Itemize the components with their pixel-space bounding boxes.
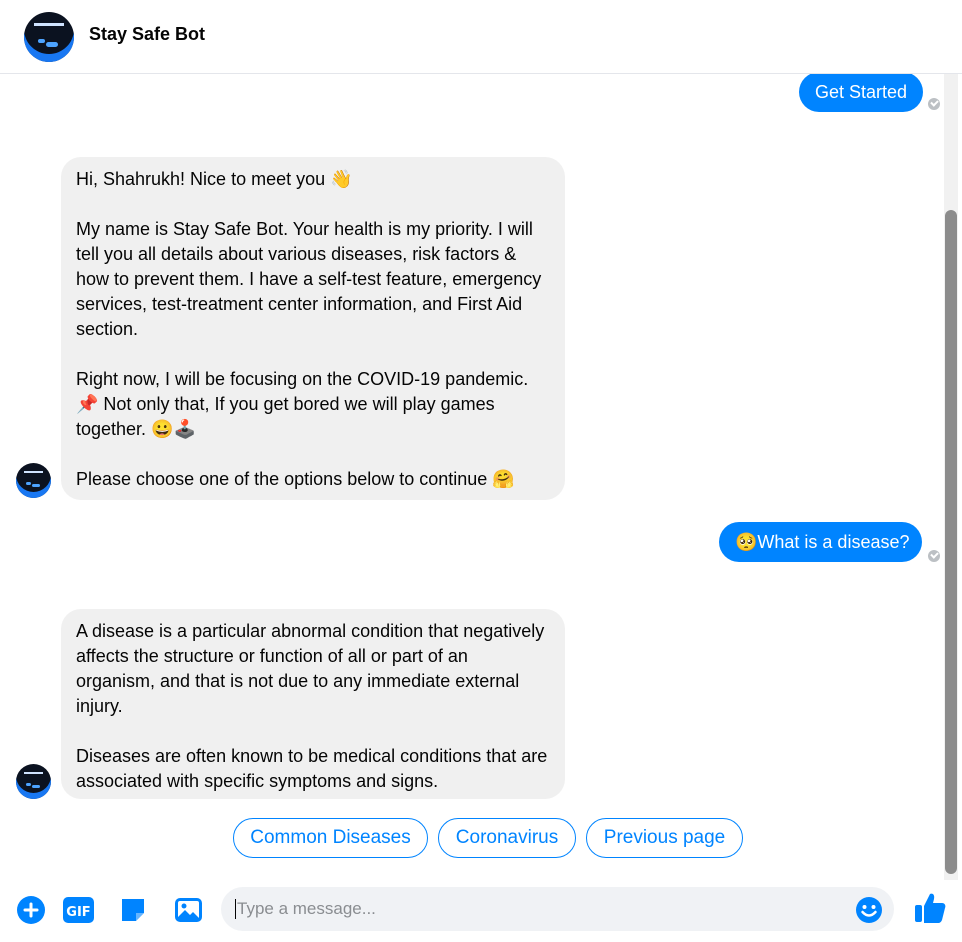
bot-name[interactable]: Stay Safe Bot [89,24,205,45]
bot-message-welcome: Hi, Shahrukh! Nice to meet you 👋 My name… [61,157,565,500]
chat-scrollbar[interactable] [944,74,958,880]
message-input[interactable]: Type a message... [221,887,894,931]
bot-message-disease-definition: A disease is a particular abnormal condi… [61,609,565,799]
quick-reply-coronavirus[interactable]: Coronavirus [438,818,576,858]
svg-text:GIF: GIF [66,905,90,920]
delivered-check-icon [928,550,940,562]
delivered-check-icon [928,98,940,110]
bot-avatar-small [16,463,51,498]
plus-icon[interactable] [16,895,46,925]
emoji-icon[interactable] [854,895,884,925]
message-input-placeholder: Type a message... [237,899,376,918]
bot-avatar[interactable] [24,12,74,62]
sticker-icon[interactable] [118,895,148,925]
image-icon[interactable] [173,895,204,925]
user-message-get-started: Get Started [799,74,924,112]
bot-avatar-small [16,764,51,799]
message-list[interactable]: Get Started Hi, Shahrukh! Nice to meet y… [0,74,944,880]
user-message-what-is-disease: 🥺What is a disease? [719,522,922,562]
text-caret [235,899,236,919]
quick-reply-previous-page[interactable]: Previous page [586,818,743,858]
like-icon[interactable] [912,890,948,926]
scrollbar-thumb[interactable] [945,210,957,874]
quick-reply-common-diseases[interactable]: Common Diseases [233,818,428,858]
gif-icon[interactable]: GIF [62,895,95,925]
chat-header: Stay Safe Bot [0,0,962,74]
